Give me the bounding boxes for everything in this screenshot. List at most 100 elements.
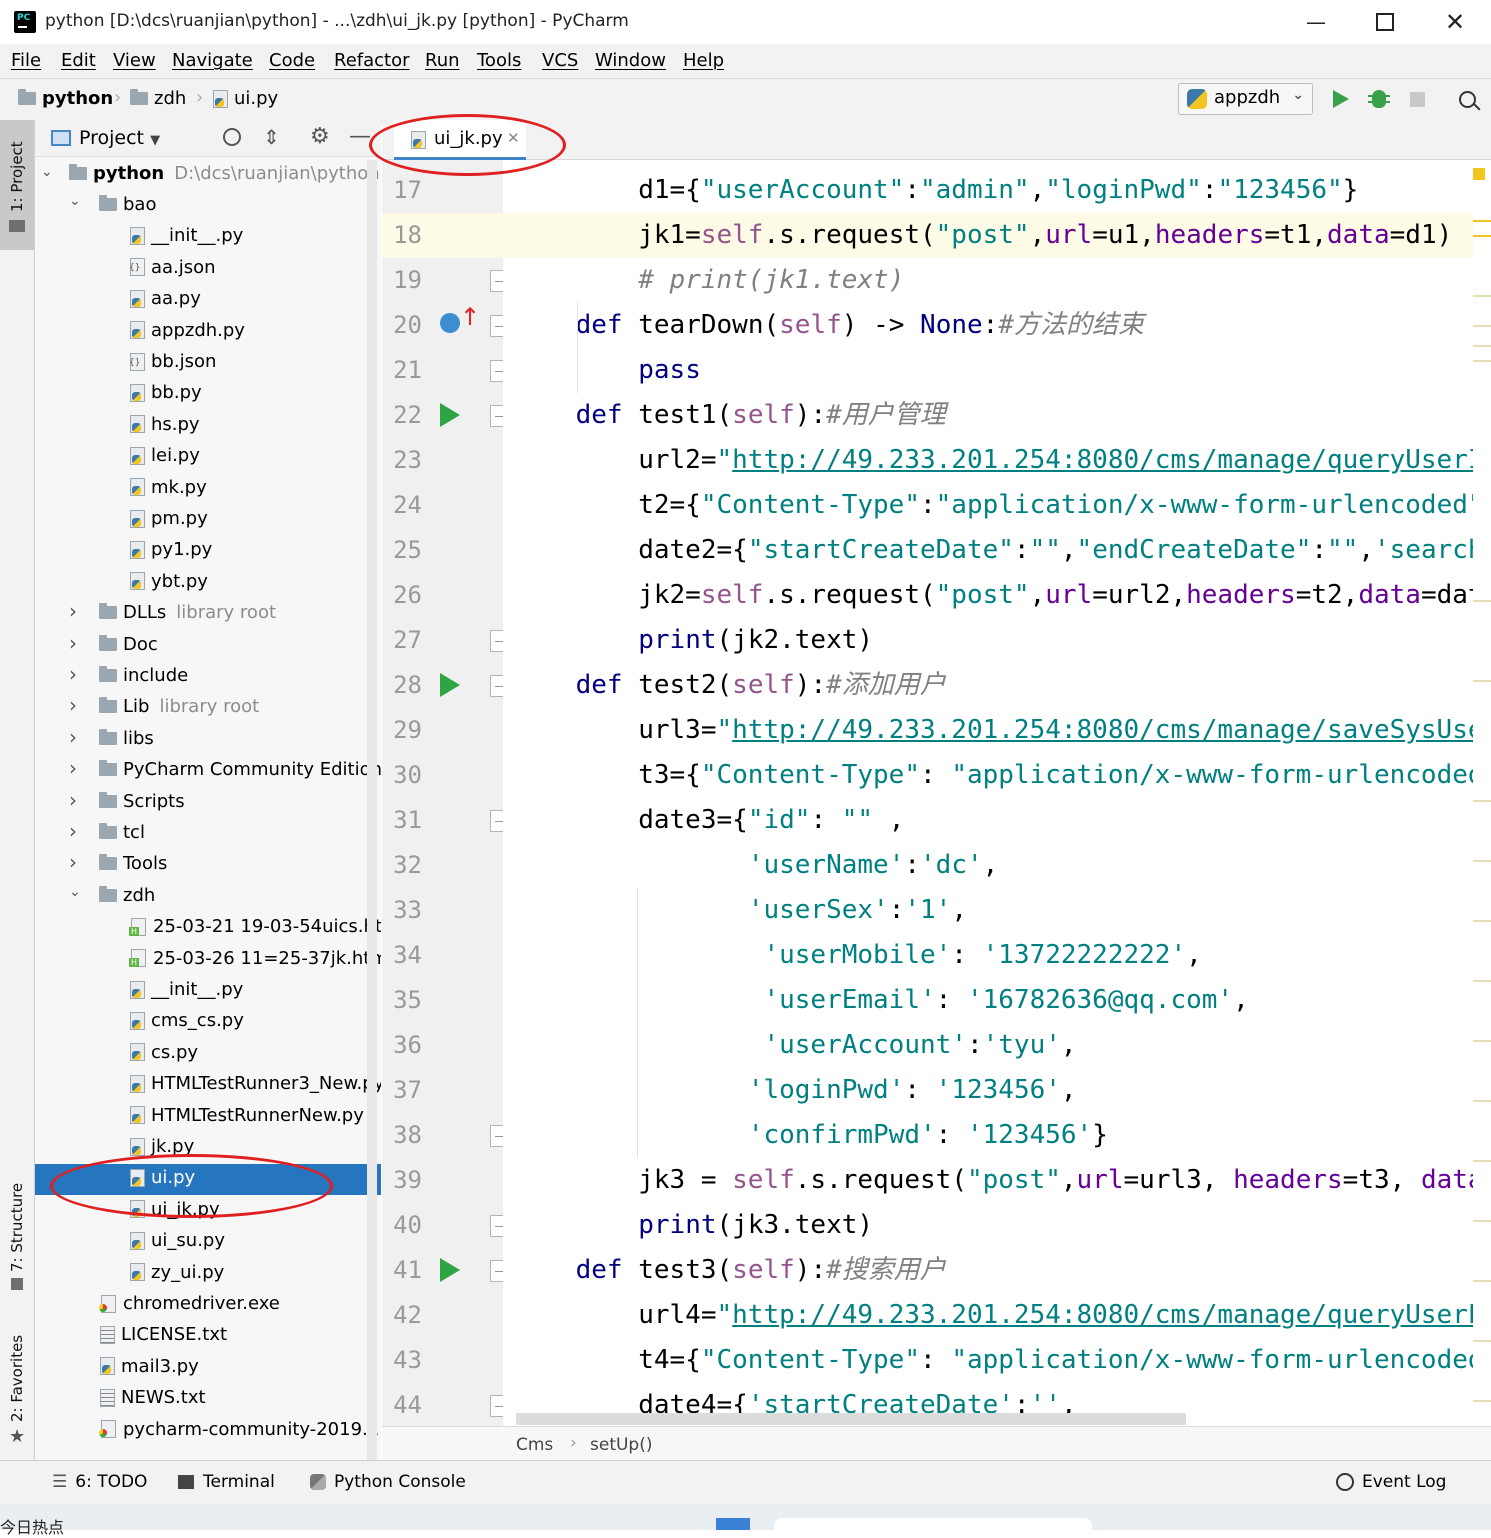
tree-item[interactable]: mail3.py (35, 1353, 381, 1384)
code-line[interactable]: def test2(self):#添加用户 (513, 663, 1473, 708)
breadcrumb-ui-py[interactable]: ui.py (212, 88, 278, 109)
chevron-down-icon[interactable]: ⌄ (69, 193, 81, 209)
tree-item[interactable]: 25-03-21 19-03-54uics.html (35, 913, 381, 944)
breadcrumb-zdh[interactable]: zdh (130, 88, 186, 109)
tree-item[interactable]: ui_jk.py (35, 1196, 381, 1227)
stripe-marker[interactable] (1473, 800, 1491, 802)
stripe-marker[interactable] (1473, 235, 1491, 237)
stripe-marker[interactable] (1473, 1220, 1491, 1222)
menu-vcs[interactable]: VCS (542, 50, 578, 71)
menu-file[interactable]: File (11, 50, 41, 71)
chevron-right-icon[interactable]: › (69, 850, 77, 874)
tab-ui-jk-py[interactable]: ui_jk.py ✕ (394, 120, 526, 160)
stripe-marker[interactable] (1473, 1040, 1491, 1042)
menu-refactor[interactable]: Refactor (334, 50, 410, 71)
menu-help[interactable]: Help (683, 50, 724, 71)
chevron-right-icon[interactable]: › (69, 662, 77, 686)
tree-item[interactable]: 25-03-26 11=25-37jk.html (35, 945, 381, 976)
code-line[interactable]: jk3 = self.s.request("post",url=url3, he… (513, 1158, 1473, 1203)
tree-item[interactable]: ui.py (35, 1164, 381, 1196)
tree-item[interactable]: › Tools (35, 850, 381, 881)
tree-item[interactable]: › include (35, 662, 381, 693)
fold-marker-icon[interactable] (490, 1125, 503, 1147)
menu-code[interactable]: Code (269, 50, 315, 71)
tree-scrollbar[interactable] (367, 160, 377, 1460)
code-line[interactable]: t3={"Content-Type": "application/x-www-f… (513, 753, 1473, 798)
stripe-marker[interactable] (1473, 325, 1491, 327)
project-tool-tab[interactable]: 1: Project (0, 120, 34, 250)
stripe-marker[interactable] (1473, 1160, 1491, 1162)
tree-item[interactable]: pm.py (35, 505, 381, 536)
tree-item[interactable]: › Lib library root (35, 693, 381, 724)
close-icon[interactable]: ✕ (1420, 0, 1490, 44)
stripe-marker[interactable] (1473, 1340, 1491, 1342)
chevron-right-icon[interactable]: › (69, 788, 77, 812)
breadcrumb-method[interactable]: setUp() (590, 1435, 652, 1455)
menu-navigate[interactable]: Navigate (172, 50, 253, 71)
tree-item[interactable]: HTMLTestRunner3_New.py (35, 1070, 381, 1101)
structure-tool-tab[interactable]: 7: Structure (0, 1180, 34, 1295)
windows-start-icon[interactable] (716, 1518, 750, 1530)
stripe-marker[interactable] (1473, 295, 1491, 297)
tree-item[interactable]: ybt.py (35, 568, 381, 599)
fold-marker-icon[interactable] (490, 360, 503, 382)
stripe-marker[interactable] (1473, 920, 1491, 922)
tree-item[interactable]: lei.py (35, 442, 381, 473)
maximize-icon[interactable] (1350, 0, 1420, 44)
tree-item[interactable]: › tcl (35, 819, 381, 850)
chevron-right-icon[interactable]: › (69, 631, 77, 655)
fold-marker-icon[interactable] (490, 270, 503, 292)
stripe-marker[interactable] (1473, 345, 1491, 347)
tree-item[interactable]: ui_su.py (35, 1227, 381, 1258)
code-line[interactable]: url2="http://49.233.201.254:8080/cms/man… (513, 438, 1473, 483)
code-line[interactable]: date2={"startCreateDate":"","endCreateDa… (513, 528, 1473, 573)
code-line[interactable]: def test1(self):#用户管理 (513, 393, 1473, 438)
taskbar-news-label[interactable]: 今日热点 (0, 1514, 64, 1538)
run-icon[interactable] (1328, 86, 1354, 112)
tree-item[interactable]: › libs (35, 725, 381, 756)
stripe-marker[interactable] (1473, 1280, 1491, 1282)
menu-tools[interactable]: Tools (477, 50, 521, 71)
terminal-tool-tab[interactable]: Terminal (178, 1472, 275, 1492)
code-line[interactable]: 'loginPwd': '123456', (513, 1068, 1473, 1113)
code-line[interactable]: 'userAccount':'tyu', (513, 1023, 1473, 1068)
chevron-right-icon[interactable]: › (69, 725, 77, 749)
tree-item[interactable]: ⌄ bao (35, 191, 381, 222)
hide-panel-icon[interactable]: — (349, 124, 371, 149)
code-line[interactable]: url4="http://49.233.201.254:8080/cms/man… (513, 1293, 1473, 1338)
tree-item[interactable]: › Doc (35, 631, 381, 662)
stripe-marker[interactable] (1473, 220, 1491, 222)
tree-item[interactable]: NEWS.txt (35, 1384, 381, 1415)
tree-item[interactable]: py1.py (35, 536, 381, 567)
tree-item[interactable]: › DLLs library root (35, 599, 381, 630)
code-line[interactable]: 'userEmail': '16782636@qq.com', (513, 978, 1473, 1023)
horizontal-scrollbar[interactable] (516, 1413, 1186, 1425)
fold-marker-icon[interactable] (490, 1395, 503, 1417)
tree-item[interactable]: __init__.py (35, 976, 381, 1007)
search-icon[interactable] (1454, 86, 1481, 112)
project-view-select[interactable]: Project ▼ (79, 127, 160, 149)
collapse-all-icon[interactable]: ⇕ (263, 125, 280, 149)
code-line[interactable]: print(jk3.text) (513, 1203, 1473, 1248)
code-editor[interactable]: d1={"userAccount":"admin","loginPwd":"12… (503, 160, 1473, 1426)
breadcrumb-class[interactable]: Cms (516, 1435, 553, 1455)
tree-item[interactable]: chromedriver.exe (35, 1290, 381, 1321)
fold-marker-icon[interactable] (490, 630, 503, 652)
fold-marker-icon[interactable] (490, 1260, 503, 1282)
menu-window[interactable]: Window (595, 50, 666, 71)
chevron-right-icon[interactable]: › (69, 819, 77, 843)
run-test-icon[interactable] (440, 673, 460, 697)
favorites-tool-tab[interactable]: 2: Favorites ★ (0, 1330, 34, 1448)
code-line[interactable]: 'userSex':'1', (513, 888, 1473, 933)
run-test-icon[interactable] (440, 1258, 460, 1282)
tree-item[interactable]: mk.py (35, 474, 381, 505)
menu-view[interactable]: View (113, 50, 156, 71)
chevron-right-icon[interactable]: › (69, 756, 77, 780)
locate-icon[interactable] (223, 128, 241, 146)
tree-item[interactable]: ⌄ zdh (35, 882, 381, 913)
override-method-icon[interactable] (440, 313, 460, 333)
chevron-right-icon[interactable]: › (69, 599, 77, 623)
code-line[interactable]: t2={"Content-Type":"application/x-www-fo… (513, 483, 1473, 528)
code-line[interactable]: print(jk2.text) (513, 618, 1473, 663)
code-line[interactable]: 'userName':'dc', (513, 843, 1473, 888)
